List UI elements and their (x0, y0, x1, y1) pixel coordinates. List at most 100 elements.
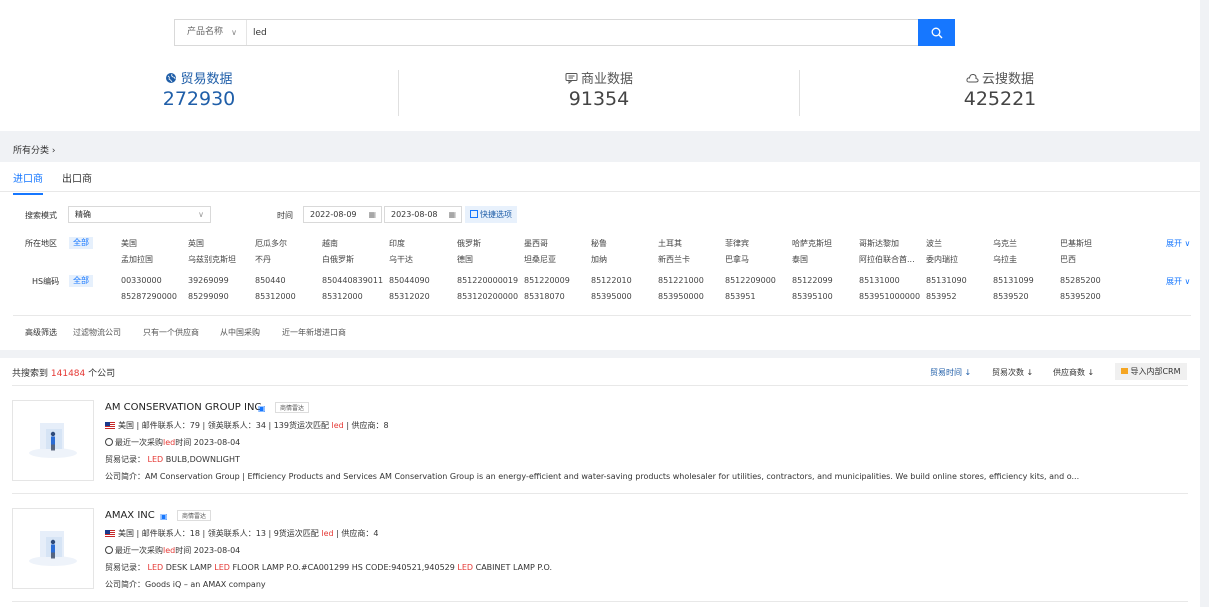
company-card[interactable]: AMAX INC ▣ 商情雷达 美国 | 邮件联系人：18 | 领英联系人：13… (0, 508, 1200, 607)
hs-code-option[interactable]: 85131090 (926, 276, 967, 285)
from-china-option[interactable]: 从中国采购 (220, 327, 260, 338)
tab-exporters[interactable]: 出口商 (62, 170, 92, 185)
region-option[interactable]: 美国 (121, 238, 137, 249)
date-to-input[interactable]: 2023-08-08 ▦ (384, 206, 462, 223)
region-option[interactable]: 波兰 (926, 238, 942, 249)
hs-code-option[interactable]: 85044090 (389, 276, 430, 285)
hs-expand-button[interactable]: 展开 ∨ (1166, 276, 1190, 287)
sort-trade-count-button[interactable]: 贸易次数 ↓ (992, 367, 1033, 378)
stat-value: 91354 (568, 88, 630, 110)
company-name[interactable]: AMAX INC (105, 510, 155, 521)
region-option[interactable]: 泰国 (792, 254, 808, 265)
copy-icon[interactable]: ▣ (258, 404, 266, 413)
sort-supplier-count-button[interactable]: 供应商数 ↓ (1053, 367, 1094, 378)
filter-logistics-option[interactable]: 过滤物流公司 (73, 327, 121, 338)
region-option[interactable]: 乌兹别克斯坦 (188, 254, 236, 265)
region-option[interactable]: 巴拿马 (725, 254, 749, 265)
hs-code-option[interactable]: 85395200 (1060, 292, 1101, 301)
date-from-input[interactable]: 2022-08-09 ▦ (303, 206, 382, 223)
hs-code-option[interactable]: 85318070 (524, 292, 565, 301)
region-option[interactable]: 越南 (322, 238, 338, 249)
hs-code-option[interactable]: 85285200 (1060, 276, 1101, 285)
hs-label: HS编码 (32, 277, 60, 286)
single-supplier-option[interactable]: 只有一个供应商 (143, 327, 199, 338)
hs-code-option[interactable]: 853950000 (658, 292, 704, 301)
search-button[interactable] (918, 19, 955, 46)
hs-code-option[interactable]: 85122010 (591, 276, 632, 285)
search-category-select[interactable]: 产品名称 ∨ (175, 20, 247, 45)
region-option[interactable]: 哈萨克斯坦 (792, 238, 832, 249)
region-option[interactable]: 印度 (389, 238, 405, 249)
hs-code-option[interactable]: 85395000 (591, 292, 632, 301)
region-option[interactable]: 孟加拉国 (121, 254, 153, 265)
import-crm-button[interactable]: 导入内部CRM (1115, 363, 1187, 380)
region-option[interactable]: 委内瑞拉 (926, 254, 958, 265)
region-option[interactable]: 阿拉伯联合酋... (859, 254, 915, 265)
hs-code-option[interactable]: 85312020 (389, 292, 430, 301)
region-option[interactable]: 乌拉圭 (993, 254, 1017, 265)
breadcrumb[interactable]: 所有分类 › (13, 143, 55, 156)
divider (799, 70, 800, 116)
region-option[interactable]: 巴西 (1060, 254, 1076, 265)
radar-badge[interactable]: 商情雷达 (177, 510, 212, 521)
hs-code-option[interactable]: 85312000 (255, 292, 296, 301)
region-option[interactable]: 加纳 (591, 254, 607, 265)
hs-code-option[interactable]: 85299090 (188, 292, 229, 301)
hs-code-option[interactable]: 851220009 (524, 276, 570, 285)
region-option[interactable]: 德国 (457, 254, 473, 265)
hs-code-option[interactable]: 853952 (926, 292, 957, 301)
region-option[interactable]: 墨西哥 (524, 238, 548, 249)
hs-code-option[interactable]: 850440839011 (322, 276, 383, 285)
region-option[interactable]: 菲律宾 (725, 238, 749, 249)
globe-icon (166, 72, 177, 83)
hs-code-option[interactable]: 85395100 (792, 292, 833, 301)
hs-all-button[interactable]: 全部 (69, 275, 93, 287)
hs-code-option[interactable]: 85312000 (322, 292, 363, 301)
region-option[interactable]: 乌干达 (389, 254, 413, 265)
hs-code-option[interactable]: 853951 (725, 292, 756, 301)
region-option[interactable]: 不丹 (255, 254, 271, 265)
hs-code-option[interactable]: 00330000 (121, 276, 162, 285)
stat-cloud-data[interactable]: 云搜数据 425221 (900, 68, 1100, 110)
search-input[interactable] (253, 23, 853, 42)
radar-badge[interactable]: 商情雷达 (275, 402, 310, 413)
region-option[interactable]: 哥斯达黎加 (859, 238, 899, 249)
region-expand-button[interactable]: 展开 ∨ (1166, 238, 1190, 249)
stat-trade-data[interactable]: 贸易数据 272930 (99, 68, 299, 110)
last-purchase-keyword: led (163, 546, 176, 555)
filter-panel: 进口商 出口商 搜索模式 精确 ∨ 时间 2022-08-09 ▦ 2023-0… (0, 162, 1200, 350)
stat-business-data[interactable]: 商业数据 91354 (499, 68, 699, 110)
copy-icon[interactable]: ▣ (160, 512, 168, 521)
region-option[interactable]: 秘鲁 (591, 238, 607, 249)
hs-code-option[interactable]: 39269099 (188, 276, 229, 285)
company-card[interactable]: AM CONSERVATION GROUP INC ▣ 商情雷达 美国 | 邮件… (0, 400, 1200, 500)
hs-code-option[interactable]: 85122099 (792, 276, 833, 285)
search-mode-select[interactable]: 精确 ∨ (68, 206, 211, 223)
hs-code-option[interactable]: 85131099 (993, 276, 1034, 285)
sort-trade-time-button[interactable]: 贸易时间 ↓ (930, 367, 971, 378)
hs-code-option[interactable]: 853120200000 (457, 292, 518, 301)
hs-code-option[interactable]: 851221000 (658, 276, 704, 285)
hs-code-option[interactable]: 85131000 (859, 276, 900, 285)
region-option[interactable]: 厄瓜多尔 (255, 238, 287, 249)
region-option[interactable]: 乌克兰 (993, 238, 1017, 249)
new-importers-option[interactable]: 近一年新增进口商 (282, 327, 346, 338)
hs-code-option[interactable]: 851220000019 (457, 276, 518, 285)
trade-keyword: LED (147, 455, 164, 464)
quick-options-button[interactable]: 快捷选项 (465, 206, 517, 223)
hs-code-option[interactable]: 853951000000 (859, 292, 920, 301)
region-option[interactable]: 新西兰卡 (658, 254, 690, 265)
region-all-button[interactable]: 全部 (69, 237, 93, 249)
region-option[interactable]: 巴基斯坦 (1060, 238, 1092, 249)
hs-code-option[interactable]: 8512209000 (725, 276, 776, 285)
region-option[interactable]: 俄罗斯 (457, 238, 481, 249)
region-option[interactable]: 英国 (188, 238, 204, 249)
hs-code-option[interactable]: 85287290000 (121, 292, 177, 301)
region-option[interactable]: 坦桑尼亚 (524, 254, 556, 265)
company-name[interactable]: AM CONSERVATION GROUP INC (105, 402, 261, 413)
tab-importers[interactable]: 进口商 (13, 170, 43, 195)
region-option[interactable]: 土耳其 (658, 238, 682, 249)
hs-code-option[interactable]: 8539520 (993, 292, 1029, 301)
hs-code-option[interactable]: 850440 (255, 276, 286, 285)
region-option[interactable]: 白俄罗斯 (322, 254, 354, 265)
